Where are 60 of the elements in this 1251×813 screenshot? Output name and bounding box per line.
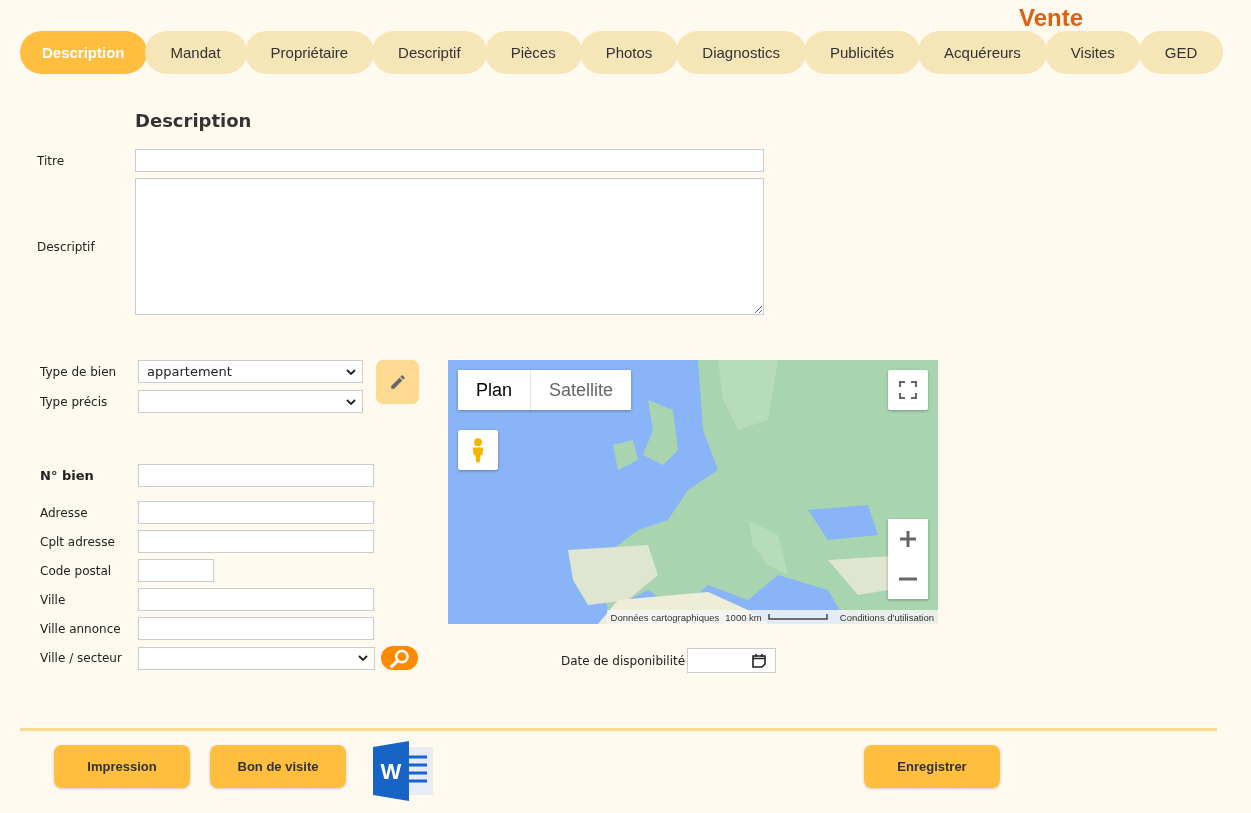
text-field[interactable] bbox=[138, 530, 374, 553]
street-view-button[interactable] bbox=[458, 430, 498, 470]
zoom-out-button[interactable] bbox=[888, 559, 928, 599]
action-button[interactable]: Bon de visite bbox=[210, 745, 346, 788]
action-button[interactable]: Impression bbox=[54, 745, 190, 788]
select-field[interactable]: appartement bbox=[138, 360, 363, 383]
minus-icon bbox=[899, 577, 917, 581]
chevron-icon bbox=[358, 655, 368, 661]
tab[interactable]: Acquéreurs bbox=[918, 31, 1047, 74]
select-field[interactable] bbox=[138, 390, 363, 413]
postal-code-field[interactable] bbox=[138, 559, 214, 582]
tab[interactable]: Diagnostics bbox=[676, 31, 806, 74]
text-field[interactable] bbox=[138, 617, 374, 640]
field-label: Type précis bbox=[40, 394, 109, 409]
save-button[interactable]: Enregistrer bbox=[864, 745, 1000, 788]
map-data-credit: Données cartographiques bbox=[610, 611, 720, 623]
field-label: Titre bbox=[37, 153, 66, 168]
title-field[interactable] bbox=[135, 149, 764, 172]
tab[interactable]: Photos bbox=[579, 31, 679, 74]
field-label: Adresse bbox=[40, 505, 89, 520]
fullscreen-icon bbox=[899, 381, 917, 399]
section-title: Description bbox=[135, 110, 253, 132]
field-label: Ville bbox=[40, 592, 67, 607]
tab[interactable]: Pièces bbox=[484, 31, 582, 74]
fullscreen-button[interactable] bbox=[888, 370, 928, 410]
text-field[interactable] bbox=[138, 464, 374, 487]
description-field[interactable] bbox=[135, 178, 764, 315]
map-type-tab[interactable]: Satellite bbox=[531, 370, 632, 410]
field-label: N° bien bbox=[40, 468, 95, 483]
terms-link[interactable]: Conditions d'utilisation bbox=[839, 611, 934, 623]
date-field[interactable] bbox=[687, 648, 777, 673]
select-field[interactable] bbox=[138, 646, 375, 670]
field-label: Ville / secteur bbox=[40, 651, 123, 665]
field-label: Cplt adresse bbox=[40, 534, 116, 549]
tab[interactable]: Descriptif bbox=[372, 31, 487, 74]
field-label: Type de bien bbox=[40, 364, 118, 379]
field-label: Ville annonce bbox=[40, 621, 122, 636]
field-label: Date de disponibilité bbox=[561, 653, 686, 668]
zoom-in-button[interactable] bbox=[888, 519, 928, 559]
chevron-icon bbox=[346, 368, 356, 375]
tab[interactable]: Mandat bbox=[144, 31, 247, 74]
search-button[interactable] bbox=[381, 646, 418, 670]
tab[interactable]: Propriétaire bbox=[244, 31, 375, 74]
scale-bar bbox=[767, 614, 828, 620]
pencil-icon bbox=[388, 373, 407, 391]
text-field[interactable] bbox=[138, 588, 374, 611]
page-title: Vente bbox=[1018, 5, 1083, 31]
plus-icon bbox=[899, 530, 917, 548]
person-icon bbox=[471, 436, 485, 464]
text-field[interactable] bbox=[138, 501, 374, 524]
scale-label: 1000 km bbox=[725, 611, 762, 623]
field-label: Code postal bbox=[40, 563, 113, 578]
calendar-icon bbox=[751, 652, 768, 669]
edit-button[interactable] bbox=[376, 360, 419, 404]
field-label: Descriptif bbox=[37, 239, 96, 254]
tab[interactable]: Publicités bbox=[803, 31, 921, 74]
chevron-icon bbox=[346, 398, 356, 405]
tab[interactable]: GED bbox=[1138, 31, 1224, 74]
map-type-tab[interactable]: Plan bbox=[458, 370, 532, 410]
tab[interactable]: Visites bbox=[1044, 31, 1141, 74]
